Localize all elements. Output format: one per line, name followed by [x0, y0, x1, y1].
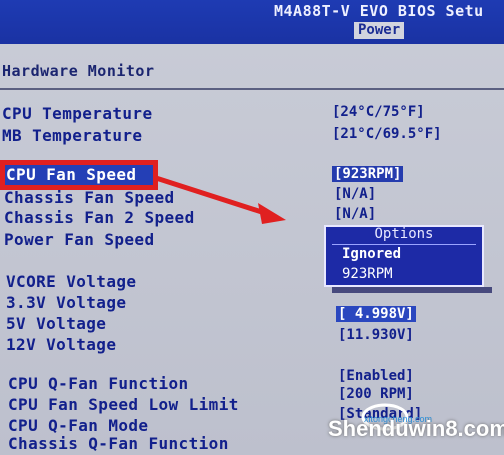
- options-popup-shadow: [332, 287, 492, 293]
- 5v-voltage-value: [ 4.998V]: [336, 306, 416, 322]
- 12v-voltage-label[interactable]: 12V Voltage: [6, 335, 116, 354]
- cpu-fan-speed-label[interactable]: CPU Fan Speed: [6, 165, 136, 184]
- 3v3-voltage-label[interactable]: 3.3V Voltage: [6, 293, 126, 312]
- cpu-fan-speed-low-limit-value: [200 RPM]: [338, 386, 414, 402]
- section-title: Hardware Monitor: [2, 62, 155, 80]
- chassis-fan-speed-label[interactable]: Chassis Fan Speed: [4, 188, 175, 207]
- watermark: xitongcheng.com Shenduwin8.com: [324, 402, 504, 455]
- cpu-q-fan-mode-label[interactable]: CPU Q-Fan Mode: [8, 416, 148, 435]
- bios-title: M4A88T-V EVO BIOS Setu: [274, 2, 484, 20]
- watermark-text: Shenduwin8.com: [328, 416, 504, 441]
- tab-power[interactable]: Power: [354, 22, 405, 39]
- cpu-fan-speed-low-limit-label[interactable]: CPU Fan Speed Low Limit: [8, 395, 239, 414]
- section-divider: [0, 88, 504, 90]
- mb-temperature-label[interactable]: MB Temperature: [2, 126, 142, 145]
- options-popup-divider: [332, 244, 476, 245]
- 12v-voltage-value: [11.930V]: [338, 327, 414, 343]
- cpu-temperature-label[interactable]: CPU Temperature: [2, 104, 153, 123]
- bios-header-bar: M4A88T-V EVO BIOS Setu Power: [0, 0, 504, 44]
- vcore-voltage-label[interactable]: VCORE Voltage: [6, 272, 136, 291]
- option-923rpm[interactable]: 923RPM: [342, 266, 393, 282]
- power-fan-speed-label[interactable]: Power Fan Speed: [4, 230, 155, 249]
- chassis-fan-speed-value: [N/A]: [334, 186, 377, 202]
- red-arrow-icon: [153, 175, 286, 224]
- cpu-q-fan-function-value: [Enabled]: [338, 368, 414, 384]
- cpu-q-fan-function-label[interactable]: CPU Q-Fan Function: [8, 374, 189, 393]
- mb-temperature-value: [21°C/69.5°F]: [332, 126, 442, 142]
- options-popup: Options Ignored 923RPM: [324, 225, 484, 287]
- 5v-voltage-label[interactable]: 5V Voltage: [6, 314, 106, 333]
- options-popup-title: Options: [374, 226, 434, 242]
- cpu-temperature-value: [24°C/75°F]: [332, 104, 425, 120]
- chassis-q-fan-function-label[interactable]: Chassis Q-Fan Function: [8, 434, 229, 453]
- cpu-fan-speed-value: [923RPM]: [332, 166, 404, 182]
- chassis-fan-2-speed-value: [N/A]: [334, 206, 377, 222]
- option-ignored[interactable]: Ignored: [342, 246, 401, 262]
